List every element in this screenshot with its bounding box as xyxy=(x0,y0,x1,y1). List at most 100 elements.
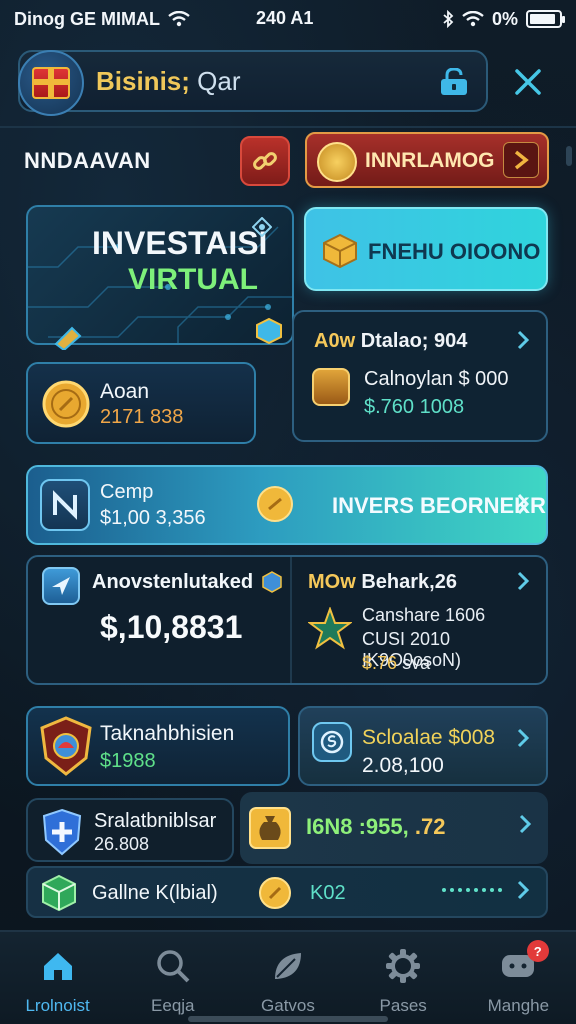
card-divider xyxy=(290,557,292,683)
investment-label: Anovstenlutaked xyxy=(92,571,254,593)
coin-icon xyxy=(42,380,90,428)
investment-r4: $.76 sva xyxy=(362,653,430,674)
stats-row2: Calnoylan $ 000 xyxy=(364,368,509,390)
search-icon xyxy=(153,946,193,986)
stats-row1: A0w Dtalao; 904 xyxy=(314,330,467,353)
tile-left2-value: 26.808 xyxy=(94,834,150,854)
wifi-icon-right xyxy=(462,11,484,27)
stats-row3: $.760 1008 xyxy=(364,396,465,418)
investment-r2: Canshare 1606 xyxy=(362,605,486,625)
home-indicator[interactable] xyxy=(188,1016,388,1022)
stats-row1-highlight: A0w xyxy=(314,330,356,352)
banner-line1: Cemp xyxy=(100,481,154,503)
tab-settings-label: Pases xyxy=(379,996,427,1015)
header-title-main: Bisinis; xyxy=(96,66,190,96)
green-cube-icon xyxy=(42,874,76,912)
tile-right1-value: 2.08,100 xyxy=(362,754,444,777)
tab-messages[interactable]: ? Manghe xyxy=(461,932,576,1024)
tile-right2-value: I6N8 :955, .72 xyxy=(306,814,445,840)
lock-icon[interactable] xyxy=(438,68,470,96)
close-button[interactable] xyxy=(508,62,548,102)
banner-line2: $1,00 3,356 xyxy=(100,507,206,529)
tile-bottom-label: Gallne K(lbial) xyxy=(92,882,218,904)
money-bag-icon xyxy=(249,807,291,849)
home-icon xyxy=(38,946,78,986)
link-button[interactable] xyxy=(240,136,290,186)
bluetooth-icon xyxy=(443,10,454,28)
ticket-icon xyxy=(54,326,82,350)
tab-settings[interactable]: Pases xyxy=(346,932,461,1024)
chevron-right-icon xyxy=(517,494,530,514)
tab-home[interactable]: Lrolnoist xyxy=(0,932,115,1024)
gift-shape xyxy=(32,67,70,99)
tile-right2-value-green: I6N8 :955, xyxy=(306,814,409,839)
info-diamond-icon xyxy=(252,217,272,237)
leaf-icon xyxy=(268,946,308,986)
tab-leaf[interactable]: Gatvos xyxy=(230,932,345,1024)
investment-card[interactable]: Anovstenlutaked $,10,8831 MOw Behark,26 … xyxy=(26,555,548,685)
coin-panel[interactable]: Aoan 2171 838 xyxy=(26,362,256,444)
clock: 240 A1 xyxy=(256,8,314,28)
gift-box-icon[interactable] xyxy=(18,50,84,116)
chevron-right-icon xyxy=(517,880,530,900)
status-bar: Dinog GE MIMAL 240 A1 0% xyxy=(0,0,576,38)
bottom-tab-bar: Lrolnoist Eeqja Gatvos Pases ? Manghe xyxy=(0,930,576,1024)
tab-leaf-label: Gatvos xyxy=(261,996,315,1015)
header-divider xyxy=(0,126,576,128)
tab-search[interactable]: Eeqja xyxy=(115,932,230,1024)
close-icon xyxy=(515,69,541,95)
tile-gallery[interactable]: Gallne K(lbial) K02 xyxy=(26,866,548,918)
battery-percent: 0% xyxy=(491,8,518,29)
tile-left1-value: $1988 xyxy=(100,750,156,772)
dollar-badge-icon xyxy=(312,722,352,762)
hexagon-icon xyxy=(262,571,282,593)
rank-button[interactable]: INNRLAMOG xyxy=(305,132,549,188)
gear-icon xyxy=(383,946,423,986)
header-title: Bisinis; Qar xyxy=(96,66,241,97)
virtual-investment-panel[interactable]: INVESTAISI VIRTUAL xyxy=(26,205,294,345)
app-screen: Dinog GE MIMAL 240 A1 0% Bisinis; Qar NN… xyxy=(0,0,576,1024)
emblem-shield-icon xyxy=(40,716,92,776)
shield-plus-icon xyxy=(42,808,82,856)
chevron-right-icon xyxy=(517,728,530,748)
link-icon xyxy=(253,152,277,170)
section-title: NNDAAVAN xyxy=(24,148,151,173)
wifi-icon xyxy=(168,11,190,27)
star-badge-icon xyxy=(317,142,357,182)
cyan-action-button[interactable]: FNEHU OIOONO xyxy=(304,207,548,291)
investment-amount: $,10,8831 xyxy=(100,609,243,645)
notification-badge: ? xyxy=(526,940,549,962)
scrollbar[interactable] xyxy=(566,146,572,166)
stats-panel[interactable]: A0w Dtalao; 904 Calnoylan $ 000 $.760 10… xyxy=(292,310,548,442)
cube-icon xyxy=(256,318,282,344)
investment-r1-text: Behark,26 xyxy=(361,571,457,593)
virtual-title-line2: VIRTUAL xyxy=(128,263,258,296)
battery-fill xyxy=(530,14,555,24)
tile-scalable[interactable]: Scloalae $008 2.08,100 xyxy=(298,706,548,786)
tile-left2-label: Sralatbniblsar xyxy=(94,810,217,832)
carrier-label: Dinog GE MIMAL xyxy=(14,8,160,29)
chevron-right-icon xyxy=(519,814,532,834)
chevron-right-icon xyxy=(503,142,539,178)
coin-icon xyxy=(257,486,293,522)
invest-banner[interactable]: Cemp $1,00 3,356 INVERS BEORNEKR xyxy=(26,465,548,545)
tile-emblem[interactable]: Taknahbhisien $1988 xyxy=(26,706,290,786)
tile-moneybag[interactable]: I6N8 :955, .72 xyxy=(240,792,548,864)
tab-home-label: Lrolnoist xyxy=(25,996,90,1015)
investment-r4-value: $.76 xyxy=(362,653,398,673)
coin-icon xyxy=(259,877,291,909)
coin-value: 2171 838 xyxy=(100,406,184,428)
tile-bottom-value: K02 xyxy=(310,882,346,904)
tile-right1-label: Scloalae $008 xyxy=(362,726,496,749)
coin-label: Aoan xyxy=(100,380,150,403)
star-icon xyxy=(308,607,352,650)
header-subtitle: Qar xyxy=(197,66,241,96)
tile-shield[interactable]: Sralatbniblsar 26.808 xyxy=(26,798,234,862)
tab-messages-label: Manghe xyxy=(487,996,550,1015)
progress-dots xyxy=(442,888,502,892)
battery-icon xyxy=(526,10,565,28)
header-bar[interactable]: Bisinis; Qar xyxy=(18,50,488,116)
investment-r1-highlight: MOw xyxy=(308,571,356,593)
rank-button-label: INNRLAMOG xyxy=(365,149,495,172)
investment-r4-text: sva xyxy=(402,653,431,673)
